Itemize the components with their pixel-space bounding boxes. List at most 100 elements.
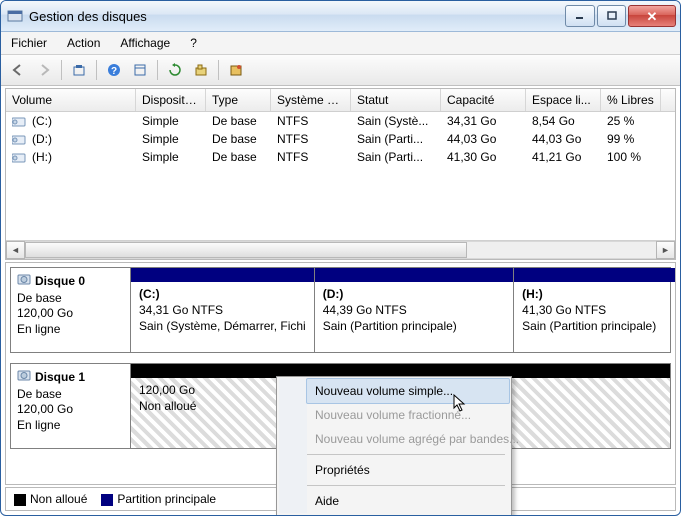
scroll-track[interactable] [25,241,656,259]
window-title: Gestion des disques [29,9,563,24]
close-button[interactable]: ✕ [628,5,676,27]
partition-title: (D:) [323,287,344,301]
partition-area: (C:) 34,31 Go NTFS Sain (Système, Démarrer… [131,268,670,352]
ctx-separator [307,485,505,486]
disk-icon [17,272,31,291]
disk-name: Disque 1 [35,370,85,386]
disk-type: De base [17,291,124,307]
col-disposition[interactable]: Disposition [136,89,206,111]
cell-status: Sain (Parti... [351,146,441,168]
partition-size: 41,30 Go NTFS [522,303,606,317]
partition-header-bar [514,268,676,282]
volume-name: (D:) [32,132,52,146]
col-filesystem[interactable]: Système de ... [271,89,351,111]
toolbar-separator [61,60,62,80]
menu-view[interactable]: Affichage [116,34,174,52]
disk-size: 120,00 Go [17,306,124,322]
menu-help[interactable]: ? [186,34,201,52]
partition-status: Sain (Partition principale) [522,319,656,333]
partition[interactable]: (D:) 44,39 Go NTFS Sain (Partition princip… [314,268,513,352]
disk-label[interactable]: Disque 0De base120,00 GoEn ligne [11,268,131,352]
disk-status: En ligne [17,418,124,434]
ctx-new-striped-volume: Nouveau volume agrégé par bandes... [307,427,509,451]
menu-action[interactable]: Action [63,34,104,52]
disk-icon [17,368,31,387]
rescan-button[interactable] [190,59,212,81]
disk-row: Disque 0De base120,00 GoEn ligne (C:) 34,3… [10,267,671,353]
partition-size: 34,31 Go NTFS [139,303,223,317]
cell-disposition: Simple [136,146,206,168]
menu-file[interactable]: Fichier [7,34,51,52]
settings-button[interactable] [225,59,247,81]
maximize-button[interactable] [597,5,626,27]
disk-size: 120,00 Go [17,402,124,418]
volume-icon [12,115,26,127]
legend-primary: Partition principale [101,492,216,506]
refresh-button[interactable] [164,59,186,81]
titlebar: Gestion des disques ✕ [1,1,680,32]
partition-size: 120,00 Go [139,383,195,397]
volume-icon [12,151,26,163]
scroll-left-icon[interactable]: ◄ [6,241,25,259]
volume-name: (H:) [32,150,52,164]
legend-unallocated: Non alloué [14,492,87,506]
help-button[interactable]: ? [103,59,125,81]
volume-name: (C:) [32,114,52,128]
cell-capacity: 41,30 Go [441,146,526,168]
col-status[interactable]: Statut [351,89,441,111]
forward-button[interactable] [33,59,55,81]
volume-list: Volume Disposition Type Système de ... S… [5,88,676,260]
volume-list-header: Volume Disposition Type Système de ... S… [6,89,675,112]
partition-header-bar [315,268,513,282]
ctx-new-spanned-volume: Nouveau volume fractionné... [307,403,509,427]
legend-unallocated-label: Non alloué [30,492,87,506]
properties-button[interactable] [129,59,151,81]
col-volume[interactable]: Volume [6,89,136,111]
partition-title: (C:) [139,287,160,301]
back-button[interactable] [7,59,29,81]
cell-fs: NTFS [271,146,351,168]
col-capacity[interactable]: Capacité [441,89,526,111]
partition-title: (H:) [522,287,543,301]
cell-type: De base [206,146,271,168]
legend-primary-label: Partition principale [117,492,216,506]
up-button[interactable] [68,59,90,81]
disk-management-window: Gestion des disques ✕ Fichier Action Aff… [0,0,681,516]
ctx-separator [307,454,505,455]
partition-status: Sain (Partition principale) [323,319,457,333]
partition[interactable]: (H:) 41,30 Go NTFS Sain (Partition princip… [513,268,676,352]
cell-free: 41,21 Go [526,146,601,168]
app-icon [7,8,23,24]
partition-size: 44,39 Go NTFS [323,303,407,317]
svg-text:?: ? [111,66,117,77]
col-freespace[interactable]: Espace li... [526,89,601,111]
volume-row[interactable]: (H:) SimpleDe baseNTFSSain (Parti...41,30… [6,148,675,166]
ctx-new-simple-volume[interactable]: Nouveau volume simple... [306,378,510,404]
disk-status: En ligne [17,322,124,338]
volume-list-body: (C:)SimpleDe baseNTFSSain (Systè...34,31… [6,112,675,240]
toolbar-separator [96,60,97,80]
disk-type: De base [17,387,124,403]
disk-name: Disque 0 [35,274,85,290]
disk-label[interactable]: Disque 1De base120,00 GoEn ligne [11,364,131,448]
toolbar: ? [1,55,680,86]
partition-status: Sain (Système, Démarrer, Fichi [139,319,306,333]
window-buttons: ✕ [563,5,676,27]
cell-pct: 100 % [601,146,661,168]
col-pctfree[interactable]: % Libres [601,89,661,111]
toolbar-separator [157,60,158,80]
context-menu: Nouveau volume simple... Nouveau volume … [276,376,512,516]
ctx-properties[interactable]: Propriétés [307,458,509,482]
menubar: Fichier Action Affichage ? [1,32,680,55]
ctx-help[interactable]: Aide [307,489,509,513]
partition-status: Non alloué [139,399,196,413]
partition-header-bar [131,268,314,282]
toolbar-separator [218,60,219,80]
minimize-button[interactable] [565,5,595,27]
partition[interactable]: (C:) 34,31 Go NTFS Sain (Système, Démarrer… [131,268,314,352]
col-type[interactable]: Type [206,89,271,111]
scroll-right-icon[interactable]: ► [656,241,675,259]
hscrollbar[interactable]: ◄ ► [6,240,675,259]
volume-icon [12,133,26,145]
scroll-thumb[interactable] [25,242,467,258]
